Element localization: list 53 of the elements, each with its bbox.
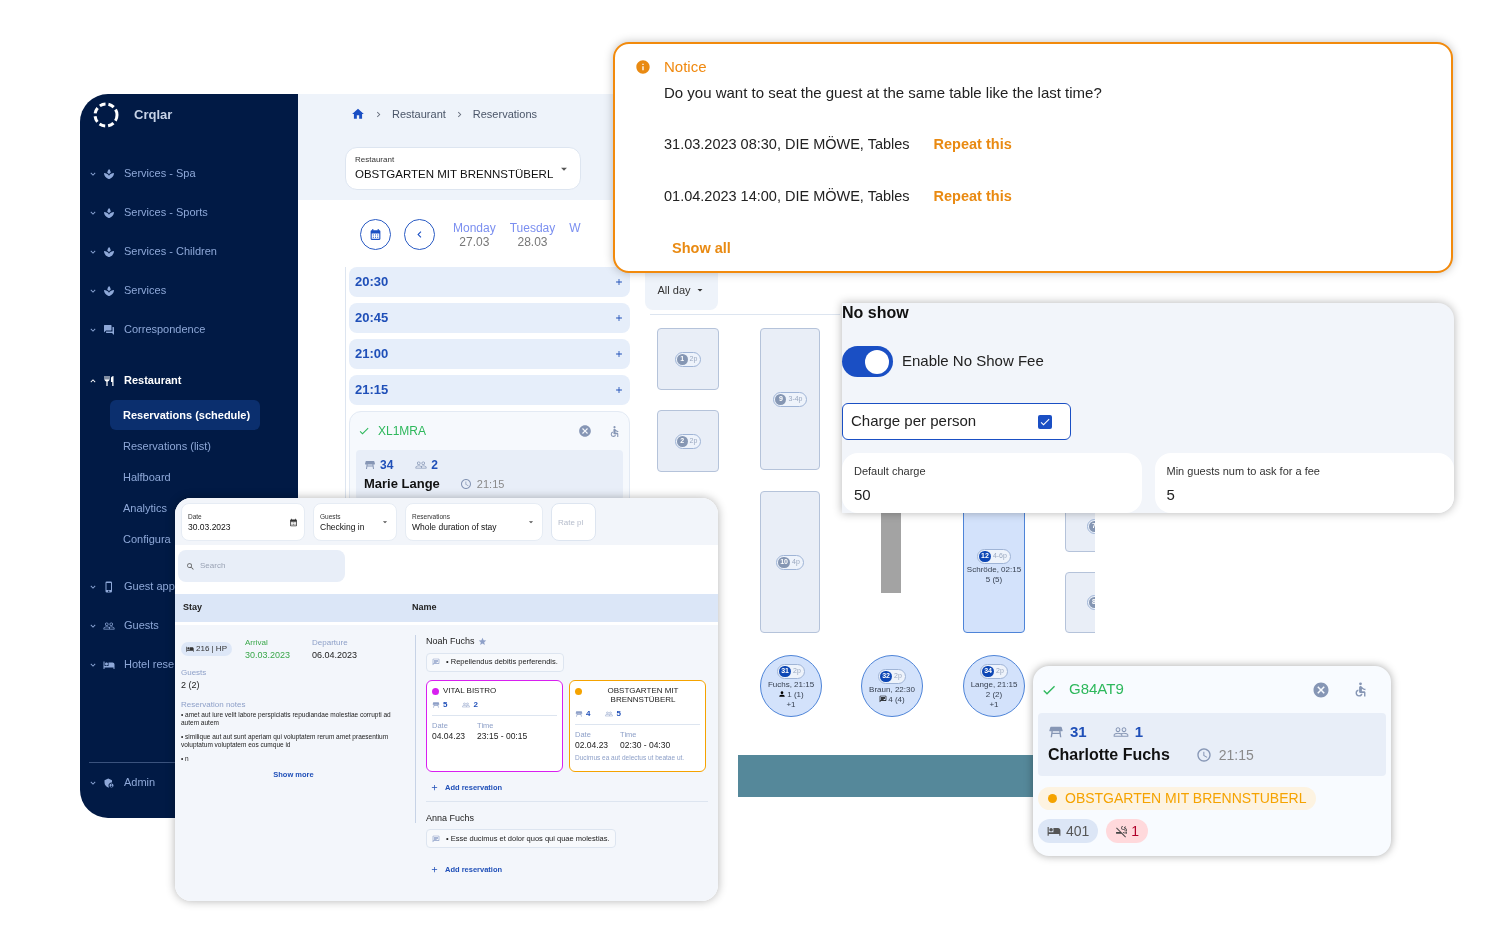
table-detail: Braun, 22:30 xyxy=(869,684,915,694)
toggle-label: Enable No Show Fee xyxy=(902,351,1044,372)
guest-name: Anna Fuchs xyxy=(426,811,475,825)
previous-booking: 01.04.2023 14:00, DIE MÖWE, Tables xyxy=(664,186,910,206)
brand-name: Crqlar xyxy=(134,106,173,125)
previous-booking: 31.03.2023 08:30, DIE MÖWE, Tables xyxy=(664,135,910,154)
guest-name: Charlotte Fuchs xyxy=(1048,745,1170,765)
panel-title: No show xyxy=(842,303,910,323)
guest-count: 1 xyxy=(1134,723,1144,741)
reservation-date: 04.04.23 xyxy=(432,730,466,742)
guests-label: Guests xyxy=(181,667,208,679)
arrival-date: 30.03.2023 xyxy=(245,649,291,661)
guest-name: Noah Fuchs xyxy=(426,635,475,648)
table-number: 5 xyxy=(443,698,448,711)
arrival-label: Arrival xyxy=(245,637,269,649)
table-detail: 4 (4) xyxy=(888,694,905,704)
table-number: 34 xyxy=(380,457,394,474)
departure-date: 06.04.2023 xyxy=(312,649,358,661)
venue-name: OBSTGARTEN MIT BRENNSTUBERL xyxy=(1065,789,1307,808)
table-detail: Schröde, 02:15 xyxy=(966,565,1022,574)
room-number: 401 xyxy=(1066,821,1090,841)
notice-message: Do you want to seat the guest at the same table like the last time? xyxy=(664,82,1102,103)
reservation-time: 02:30 - 04:30 xyxy=(620,739,671,751)
table-number: 31 xyxy=(1070,723,1087,741)
reservation-time: 23:15 - 00:15 xyxy=(477,730,528,742)
notes-label: Reservation notes xyxy=(181,698,247,711)
table-number: 4 xyxy=(586,707,591,720)
room-number: 216 | HP xyxy=(196,643,227,655)
venue-name: OBSTGARTEN MIT BRENNSTÜBERL xyxy=(606,685,680,704)
chip-count: 1 xyxy=(1131,821,1140,841)
notice-title: Notice xyxy=(664,57,708,77)
guest-count: 2 xyxy=(473,698,478,711)
departure-label: Departure xyxy=(312,637,349,649)
table-detail: 2 (2) xyxy=(985,689,1003,699)
table-detail: 1 (1) xyxy=(787,689,804,699)
checkbox-label: Charge per person xyxy=(851,411,977,432)
column-header: Name xyxy=(412,601,437,615)
table-detail: Fuchs, 21:15 xyxy=(767,679,815,689)
table-detail: +1 xyxy=(989,699,999,709)
reservation-date: 02.04.23 xyxy=(575,739,609,751)
table-detail: +1 xyxy=(786,699,796,709)
guests-count: 2 (2) xyxy=(181,679,201,692)
reservation-code: G84AT9 xyxy=(1069,679,1124,700)
reservation-code: XL1MRA xyxy=(378,423,427,440)
column-header: Stay xyxy=(182,601,203,615)
guest-count: 5 xyxy=(616,707,621,720)
guest-name: Marie Lange xyxy=(364,475,440,493)
table-detail: 5 (5) xyxy=(985,575,1003,584)
reservation-time: 21:15 xyxy=(1218,745,1254,765)
venue-name: VITAL BISTRO xyxy=(443,685,497,695)
table-detail: Lange, 21:15 xyxy=(970,679,1018,689)
reservation-time: 21:15 xyxy=(476,476,505,492)
guest-count: 2 xyxy=(431,457,439,474)
